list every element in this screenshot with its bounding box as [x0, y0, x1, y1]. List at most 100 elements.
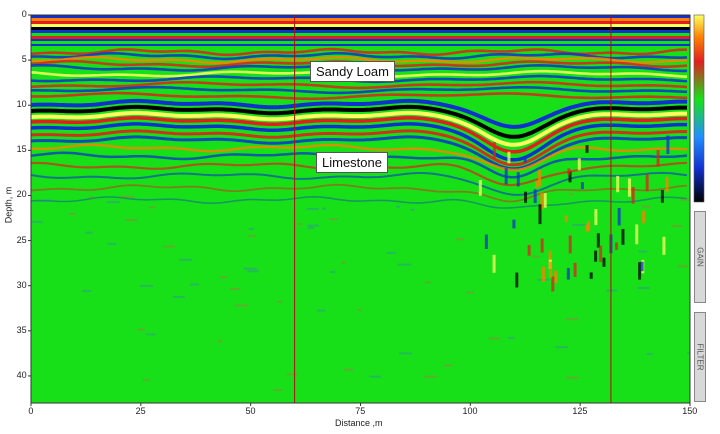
noise-blob [329, 270, 336, 273]
y-tick-label: 10 [16, 99, 27, 110]
noise-blob [369, 375, 381, 378]
noise-blob [566, 376, 580, 379]
noise-blob [31, 220, 43, 223]
noise-blob [148, 206, 156, 209]
surface-band [31, 21, 690, 24]
disturbance-streak [666, 135, 670, 154]
filter-slider[interactable]: FILTER [694, 312, 706, 402]
x-tick-label: 150 [682, 406, 698, 416]
noise-blob [424, 375, 437, 378]
noise-blob [443, 364, 453, 367]
noise-blob [340, 261, 347, 264]
noise-blob [677, 265, 688, 268]
disturbance-streak [616, 175, 620, 193]
disturbance-streak [538, 169, 542, 187]
disturbance-streak [504, 168, 508, 185]
surface-band [31, 39, 690, 41]
noise-blob [219, 276, 228, 279]
disturbance-streak [538, 204, 542, 225]
disturbance-streak [617, 207, 621, 226]
y-tick-label: 15 [16, 144, 27, 155]
x-tick-label: 75 [355, 406, 366, 416]
disturbance-streak [515, 272, 519, 288]
noise-blob [273, 389, 283, 392]
noise-blob [396, 205, 401, 208]
noise-blob [248, 228, 254, 231]
noise-blob [247, 234, 256, 237]
noise-blob [488, 337, 501, 340]
noise-blob [137, 328, 145, 331]
x-tick-label: 125 [572, 406, 588, 416]
disturbance-streak [484, 234, 488, 250]
disturbance-streak [524, 191, 528, 203]
disturbance-streak [541, 266, 545, 282]
y-tick-label: 5 [21, 54, 27, 65]
noise-blob [89, 196, 94, 199]
x-axis-title: Distance ,m [335, 418, 383, 428]
gpr-viewer: 0 25 50 75 100 125 150 0 5 10 15 20 25 30 35 40 Distan… [0, 0, 720, 434]
noise-blob [410, 208, 415, 211]
surface-band [31, 30, 690, 33]
y-tick-label: 40 [16, 369, 27, 380]
gain-slider[interactable]: GAIN [694, 211, 706, 303]
x-tick-label: 50 [245, 406, 256, 416]
surface-band [31, 44, 690, 46]
noise-blob [82, 289, 92, 292]
noise-blob [357, 308, 362, 311]
surface-band [31, 27, 690, 30]
noise-blob [41, 199, 52, 202]
disturbance-streak [492, 141, 496, 159]
disturbance-streak [665, 176, 669, 193]
noise-blob [140, 284, 154, 287]
noise-blob [680, 198, 690, 201]
disturbance-streak [599, 245, 603, 263]
noise-blob [646, 353, 653, 356]
noise-blob [322, 207, 327, 210]
disturbance-streak [492, 254, 496, 273]
noise-blob [307, 224, 319, 227]
noise-blob [572, 223, 586, 226]
noise-blob [142, 379, 150, 382]
noise-blob [163, 245, 175, 248]
noise-blob [329, 218, 338, 221]
noise-blob [637, 286, 650, 289]
noise-blob [172, 295, 185, 298]
annotation-sandy-loam: Sandy Loam [310, 61, 395, 82]
noise-blob [455, 238, 465, 241]
disturbance-streak [554, 270, 558, 283]
disturbance-streak [640, 261, 644, 272]
disturbance-streak [567, 168, 571, 175]
colorscale-bar [693, 14, 705, 203]
disturbance-streak [656, 150, 660, 167]
noise-blob [568, 193, 574, 196]
disturbance-streak [566, 268, 570, 280]
disturbance-streak [568, 235, 572, 254]
surface-band [31, 36, 690, 39]
noise-blob [85, 231, 93, 234]
surface-band [31, 41, 690, 44]
disturbance-streak [523, 156, 527, 163]
noise-blob [190, 283, 199, 286]
x-tick-label: 0 [28, 406, 34, 416]
disturbance-streak [594, 209, 598, 226]
disturbance-streak [589, 272, 593, 279]
noise-blob [638, 250, 648, 253]
noise-blob [343, 368, 354, 371]
annotation-limestone: Limestone [316, 152, 388, 173]
disturbance-streak [540, 238, 544, 253]
disturbance-streak [564, 215, 568, 223]
noise-blob [120, 195, 135, 198]
y-axis-title: Depth, m [3, 186, 14, 224]
noise-blob [397, 263, 412, 266]
disturbance-streak [549, 261, 553, 278]
disturbance-streak [512, 219, 516, 229]
noise-blob [307, 226, 315, 229]
disturbance-streak [551, 276, 555, 292]
disturbance-streak [627, 178, 631, 197]
x-tick-label: 25 [135, 406, 146, 416]
disturbance-streak [602, 257, 606, 267]
noise-blob [107, 242, 117, 245]
noise-blob [217, 340, 223, 343]
disturbance-streak [615, 242, 619, 250]
noise-blob [306, 207, 319, 210]
